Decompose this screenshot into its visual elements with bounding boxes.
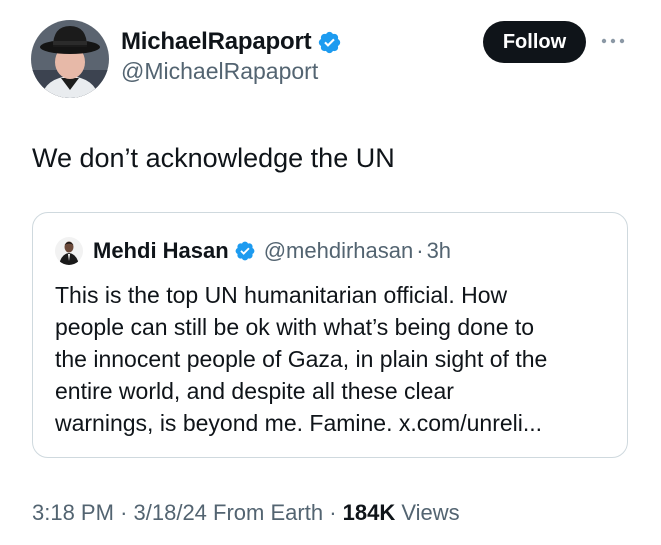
tweet-text: We don’t acknowledge the UN [32,143,395,173]
quoted-author-avatar [55,237,83,265]
quoted-tweet-card[interactable]: Mehdi Hasan @mehdirhasan · 3h This is th… [32,212,628,458]
more-dots-icon[interactable] [598,28,628,54]
meta-separator: · [120,500,128,525]
quoted-author-header: Mehdi Hasan @mehdirhasan · 3h [93,235,451,267]
quoted-text-line: This is the top UN humanitarian official… [55,282,508,308]
quoted-text-line: people can still be ok with what’s being… [55,314,535,340]
author-name-row[interactable]: MichaelRapaport [121,24,342,60]
tweet-meta: 3:18 PM · 3/18/24 From Earth · 184K View… [32,500,460,526]
quoted-timestamp[interactable]: 3h [427,238,451,264]
quoted-text-line: the innocent people of Gaza, in plain si… [55,346,548,372]
author-avatar[interactable] [31,20,109,98]
tweet-source: From Earth [213,500,324,525]
views-label[interactable]: Views [401,500,459,525]
author-display-name[interactable]: MichaelRapaport [121,28,312,56]
quoted-separator: · [416,238,424,263]
quoted-tweet-text: This is the top UN humanitarian official… [55,279,615,439]
meta-separator: · [329,500,337,525]
quoted-text-line: entire world, and despite all these clea… [55,378,454,404]
tweet-date[interactable]: 3/18/24 [134,500,207,525]
quoted-author-name[interactable]: Mehdi Hasan [93,238,229,264]
quoted-author-handle[interactable]: @mehdirhasan [264,238,414,264]
tweet-time[interactable]: 3:18 PM [32,500,114,525]
author-handle[interactable]: @MichaelRapaport [121,58,318,85]
views-count[interactable]: 184K [343,500,396,525]
follow-button[interactable]: Follow [483,21,586,63]
quoted-text-line: warnings, is beyond me. Famine. x.com/un… [55,410,543,436]
quoted-verified-badge-icon [234,240,256,262]
verified-badge-icon [317,30,342,55]
